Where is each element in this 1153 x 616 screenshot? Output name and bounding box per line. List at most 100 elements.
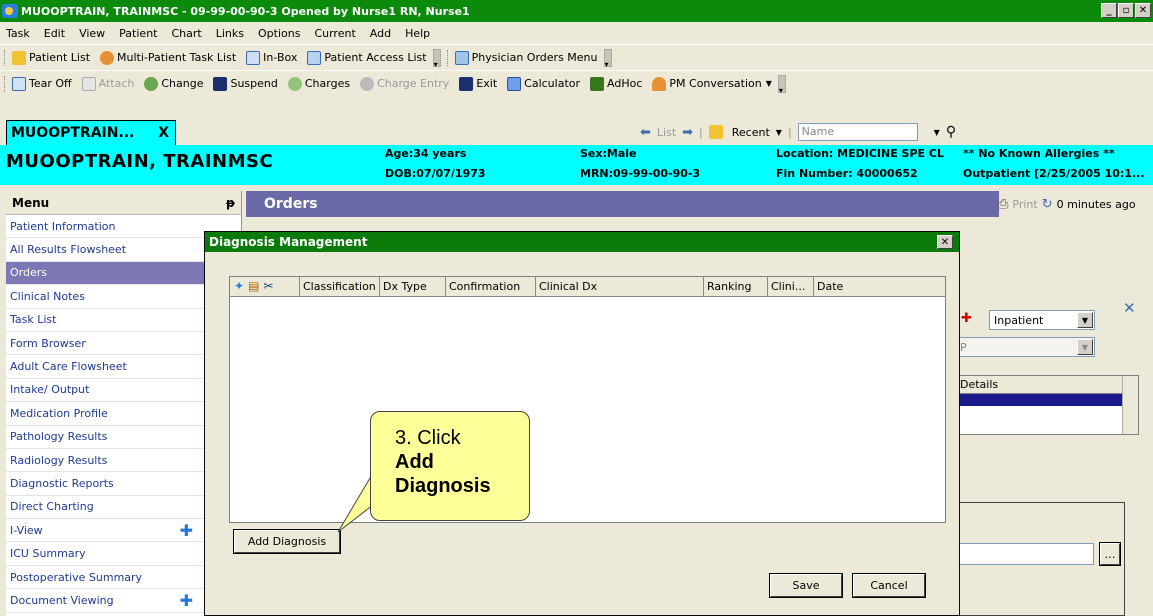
chevron-down-icon: ▼	[1077, 339, 1093, 355]
minimize-button[interactable]: _	[1101, 3, 1117, 18]
forward-arrow-icon[interactable]: ➡	[682, 125, 693, 140]
maximize-button[interactable]: ▫	[1118, 3, 1134, 18]
toolbar-overflow[interactable]	[603, 48, 612, 69]
separator: |	[699, 125, 703, 139]
charges-button[interactable]: Charges	[287, 76, 350, 91]
binoculars-icon[interactable]: ⚲	[946, 124, 956, 140]
patient-location: Location: MEDICINE SPE CL	[776, 147, 944, 160]
dialog-close-button[interactable]: ✕	[937, 235, 953, 249]
suspend-icon	[213, 76, 228, 91]
refresh-icon[interactable]: ↻	[1042, 197, 1053, 212]
close-tab-icon[interactable]: X	[158, 125, 169, 141]
list-button[interactable]: List	[657, 126, 676, 139]
tools-icon[interactable]: ✂	[263, 277, 273, 296]
allergy-status: ** No Known Allergies **	[963, 147, 1115, 160]
col-classification[interactable]: Classification	[300, 277, 380, 296]
patient-dob: DOB:07/07/1973	[385, 167, 486, 180]
tear-off-icon	[12, 76, 26, 91]
status-icon[interactable]: ✦	[234, 277, 244, 296]
recent-button[interactable]: Recent	[732, 126, 770, 139]
ellipsis-button[interactable]: …	[1099, 542, 1121, 566]
menu-header: Menu ᵽ	[6, 191, 241, 215]
menu-help[interactable]: Help	[405, 27, 430, 40]
attach-button[interactable]: Attach	[81, 76, 134, 91]
patient-banner: MUOOPTRAIN, TRAINMSC Age:34 years DOB:07…	[0, 145, 1153, 185]
calculator-button[interactable]: Calculator	[507, 76, 580, 91]
patient-age: Age:34 years	[385, 147, 467, 160]
toolbar-grip[interactable]	[4, 49, 7, 66]
patient-access-list-button[interactable]: Patient Access List	[307, 50, 427, 65]
physician-orders-menu-button[interactable]: Physician Orders Menu	[454, 50, 598, 65]
menu-links[interactable]: Links	[216, 27, 244, 40]
details-scrollbar[interactable]	[1122, 376, 1138, 434]
pm-conversation-button[interactable]: PM Conversation ▼	[652, 76, 772, 91]
toolbar-overflow[interactable]	[777, 74, 786, 95]
toolbar-secondary: Tear Off Attach Change Suspend Charges C…	[0, 70, 1153, 96]
col-dx-type[interactable]: Dx Type	[380, 277, 446, 296]
inbox-icon	[246, 50, 261, 65]
col-confirmation[interactable]: Confirmation	[446, 277, 536, 296]
col-date[interactable]: Date	[814, 277, 945, 296]
pin-icon[interactable]: ᵽ	[226, 196, 235, 210]
comment-panel: …	[955, 502, 1125, 616]
print-button[interactable]: Print	[1012, 198, 1037, 211]
patient-name: MUOOPTRAIN, TRAINMSC	[6, 151, 274, 172]
adhoc-button[interactable]: AdHoc	[590, 76, 642, 91]
close-window-button[interactable]: ✕	[1135, 3, 1151, 18]
chevron-down-icon[interactable]: ▼	[934, 128, 940, 137]
selected-row[interactable]	[956, 394, 1138, 406]
inbox-button[interactable]: In-Box	[246, 50, 297, 65]
menu-edit[interactable]: Edit	[44, 27, 65, 40]
tear-off-button[interactable]: Tear Off	[12, 76, 72, 91]
close-icon[interactable]: ✕	[1123, 299, 1136, 317]
multi-patient-task-list-button[interactable]: Multi-Patient Task List	[100, 50, 236, 65]
menu-task[interactable]: Task	[6, 27, 30, 40]
menu-options[interactable]: Options	[258, 27, 300, 40]
col-ranking[interactable]: Ranking	[704, 277, 768, 296]
orders-actions: ⎙ Print ↻ 0 minutes ago	[998, 191, 1153, 217]
change-button[interactable]: Change	[144, 76, 203, 91]
toolbar-grip[interactable]	[4, 75, 7, 92]
printer-icon[interactable]: ⎙	[998, 197, 1008, 212]
add-icon[interactable]: ✚	[180, 521, 193, 540]
window-titlebar: MUOOPTRAIN, TRAINMSC - 09-99-00-90-3 Ope…	[0, 0, 1153, 22]
menu-chart[interactable]: Chart	[171, 27, 201, 40]
chevron-down-icon[interactable]: ▼	[776, 128, 782, 137]
suspend-button[interactable]: Suspend	[213, 76, 278, 91]
last-updated: 0 minutes ago	[1056, 197, 1136, 211]
col-clinician[interactable]: Clini...	[768, 277, 814, 296]
details-header: Details	[956, 376, 1138, 394]
name-search-input[interactable]: Name	[797, 123, 918, 141]
add-diagnosis-button[interactable]: Add Diagnosis	[233, 529, 341, 554]
back-arrow-icon[interactable]: ⬅	[640, 125, 651, 140]
save-button[interactable]: Save	[769, 573, 843, 598]
person-icon	[652, 76, 667, 91]
menu-current[interactable]: Current	[314, 27, 355, 40]
diagnosis-management-dialog: Diagnosis Management ✕ ✦ ▤ ✂ Classificat…	[204, 231, 960, 616]
document-icon[interactable]: ▤	[248, 277, 259, 296]
cancel-button[interactable]: Cancel	[852, 573, 926, 598]
exit-button[interactable]: Exit	[459, 76, 497, 91]
patient-tab[interactable]: MUOOPTRAIN... X	[6, 120, 176, 146]
details-list: Details	[955, 375, 1139, 435]
toolbar-primary: Patient List Multi-Patient Task List In-…	[0, 44, 1153, 70]
menu-bar: Task Edit View Patient Chart Links Optio…	[0, 22, 1153, 44]
callout-step: 3. Click	[395, 427, 461, 449]
charge-entry-button[interactable]: Charge Entry	[360, 76, 449, 91]
patient-list-button[interactable]: Patient List	[12, 50, 90, 65]
dialog-titlebar: Diagnosis Management	[205, 232, 959, 252]
dialog-title: Diagnosis Management	[209, 235, 368, 249]
toolbar-grip[interactable]	[446, 49, 450, 66]
exit-icon	[459, 76, 474, 91]
toolbar-overflow[interactable]	[432, 48, 441, 69]
menu-patient[interactable]: Patient	[119, 27, 157, 40]
window-title: MUOOPTRAIN, TRAINMSC - 09-99-00-90-3 Ope…	[21, 4, 470, 18]
col-clinical-dx[interactable]: Clinical Dx	[536, 277, 704, 296]
secondary-dropdown[interactable]: P ▼	[955, 337, 1095, 357]
grid-header: ✦ ▤ ✂ Classification Dx Type Confirmatio…	[230, 277, 945, 297]
comment-input[interactable]	[956, 543, 1094, 565]
encounter-type-dropdown[interactable]: Inpatient ▼	[989, 310, 1095, 330]
menu-add[interactable]: Add	[370, 27, 391, 40]
menu-view[interactable]: View	[79, 27, 105, 40]
add-icon[interactable]: ✚	[180, 591, 193, 610]
